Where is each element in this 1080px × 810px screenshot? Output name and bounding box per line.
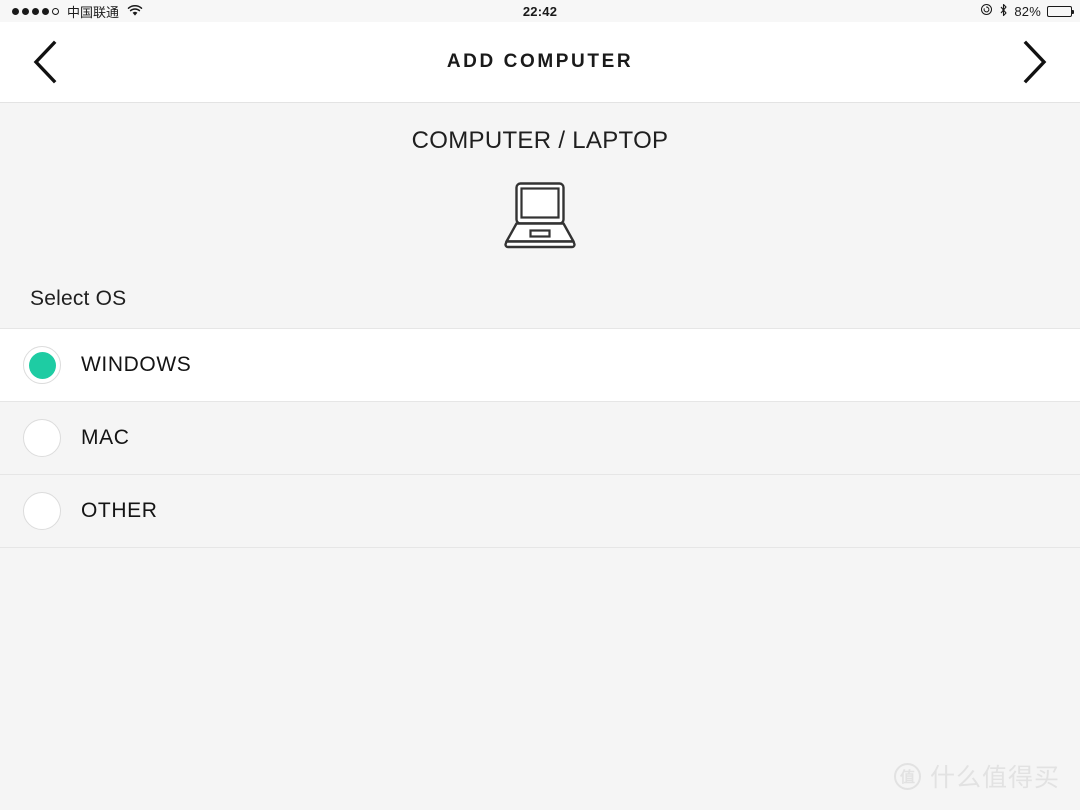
watermark-text: 什么值得买 [929, 764, 1060, 792]
rotation-lock-icon [980, 3, 993, 19]
page-title: ADD COMPUTER [446, 51, 634, 72]
os-option-label: OTHER [81, 499, 158, 522]
battery-icon [1047, 5, 1074, 17]
os-option-list: WINDOWS MAC OTHER [0, 328, 1080, 548]
radio-button-mac[interactable] [23, 419, 61, 457]
radio-inner-fill [29, 425, 56, 452]
watermark-badge-icon: 值 [893, 762, 921, 790]
os-option-other[interactable]: OTHER [0, 475, 1080, 548]
device-icon-container [0, 173, 1080, 253]
os-option-label: MAC [81, 426, 130, 449]
os-option-label: WINDOWS [81, 353, 192, 376]
radio-button-windows[interactable] [23, 346, 61, 384]
radio-button-other[interactable] [23, 492, 61, 530]
main-content: COMPUTER / LAPTOP Select OS WINDOWS MAC [0, 103, 1080, 548]
radio-inner-fill [28, 351, 56, 379]
status-bar: 中国联通 22:42 82% [0, 0, 1080, 22]
laptop-icon [504, 182, 576, 249]
select-os-label: Select OS [30, 287, 127, 310]
bluetooth-icon [999, 3, 1008, 20]
os-option-windows[interactable]: WINDOWS [0, 329, 1080, 402]
watermark: 值 什么值得买 [893, 758, 1060, 794]
radio-inner-fill [29, 498, 56, 525]
nav-header: ADD COMPUTER [0, 22, 1080, 103]
os-option-mac[interactable]: MAC [0, 402, 1080, 475]
device-type-title: COMPUTER / LAPTOP [411, 127, 669, 154]
status-bar-right: 82% [980, 3, 1074, 20]
battery-percent-label: 82% [1014, 3, 1041, 19]
status-bar-clock: 22:42 [522, 3, 558, 19]
